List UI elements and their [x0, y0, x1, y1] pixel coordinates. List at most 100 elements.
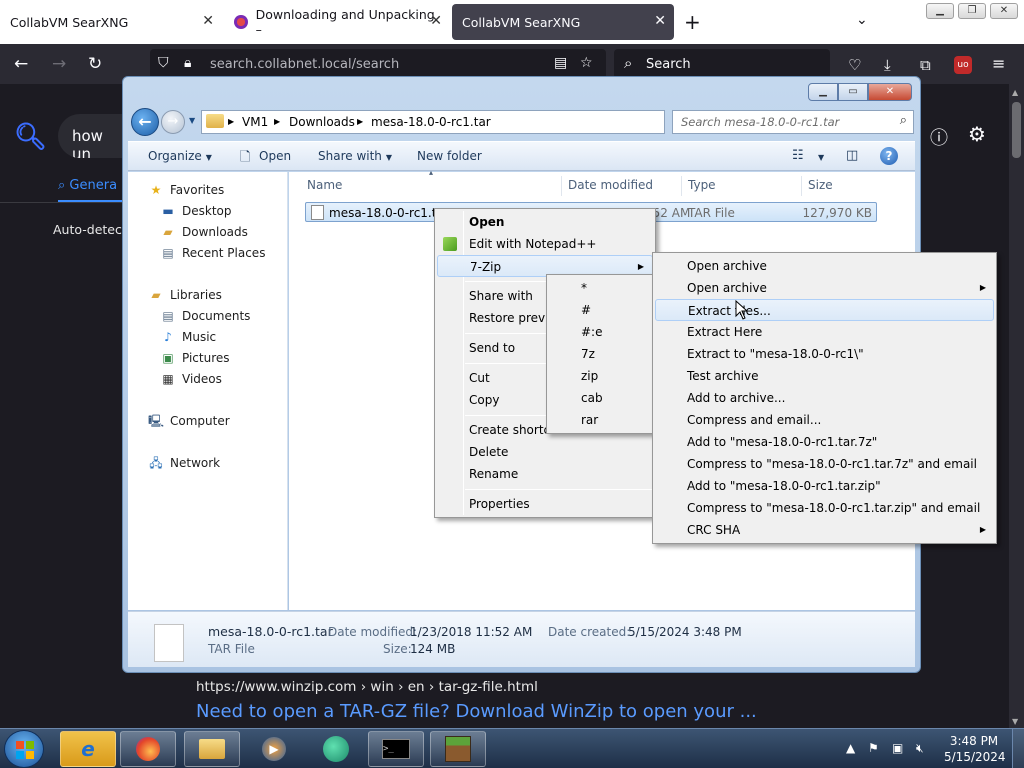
- breadcrumb-chevron-icon[interactable]: ▶: [228, 117, 234, 126]
- tab-general[interactable]: ⌕ Genera: [58, 178, 117, 193]
- sz-add-zip[interactable]: Add to "mesa-18.0-0-rc1.tar.zip": [655, 475, 994, 497]
- column-size[interactable]: Size: [808, 178, 833, 192]
- scroll-up-icon[interactable]: ▲: [1012, 88, 1018, 97]
- menu-rename[interactable]: Rename: [437, 463, 653, 485]
- tab-collabvm-searxng-active[interactable]: CollabVM SearXNG ✕: [452, 4, 674, 40]
- column-separator[interactable]: [681, 176, 682, 196]
- pocket-icon[interactable]: ♡: [848, 56, 861, 74]
- minimize-button[interactable]: ▁: [926, 3, 954, 19]
- view-options-icon[interactable]: ☷: [792, 148, 804, 163]
- forward-icon[interactable]: →: [52, 54, 66, 74]
- breadcrumb-chevron-icon[interactable]: ▶: [357, 117, 363, 126]
- explorer-back-button[interactable]: ←: [131, 108, 159, 136]
- taskbar-explorer[interactable]: [184, 731, 240, 767]
- reader-view-icon[interactable]: ▤: [554, 55, 567, 71]
- sz-crc-sha[interactable]: CRC SHA ▶: [655, 519, 994, 541]
- open-button[interactable]: Open: [259, 149, 291, 163]
- view-dropdown-icon[interactable]: ▼: [818, 149, 824, 163]
- nav-music[interactable]: ♪ Music: [160, 327, 216, 347]
- breadcrumb-downloads[interactable]: Downloads: [289, 115, 355, 129]
- hamburger-menu-icon[interactable]: ≡: [992, 54, 1005, 73]
- gear-icon[interactable]: ⚙: [968, 122, 986, 146]
- explorer-forward-button[interactable]: →: [161, 110, 185, 134]
- nav-network[interactable]: 🖧︎ Network: [148, 453, 220, 473]
- nav-favorites[interactable]: ★ Favorites: [148, 180, 225, 200]
- tab-downloading-unpacking[interactable]: Downloading and Unpacking – ✕: [224, 4, 450, 40]
- url-bar[interactable]: ⛉ 🔒︎ search.collabnet.local/search ▤ ☆: [150, 49, 606, 79]
- sz-compress-zip-email[interactable]: Compress to "mesa-18.0-0-rc1.tar.zip" an…: [655, 497, 994, 519]
- explorer-maximize-button[interactable]: ▭: [838, 83, 868, 101]
- sz-extract-files[interactable]: Extract files...: [655, 299, 994, 321]
- column-separator[interactable]: [801, 176, 802, 196]
- help-icon[interactable]: ?: [880, 147, 898, 165]
- preview-pane-icon[interactable]: ◫: [846, 148, 858, 163]
- taskbar-command-prompt[interactable]: >_: [368, 731, 424, 767]
- column-separator[interactable]: [561, 176, 562, 196]
- tray-show-hidden-icon[interactable]: ▲: [846, 741, 855, 755]
- history-dropdown-icon[interactable]: ▼: [189, 116, 195, 125]
- close-window-button[interactable]: ✕: [990, 3, 1018, 19]
- taskbar-firefox[interactable]: [120, 731, 176, 767]
- sz-compress-7z-email[interactable]: Compress to "mesa-18.0-0-rc1.tar.7z" and…: [655, 453, 994, 475]
- ublock-origin-icon[interactable]: uo: [954, 56, 972, 74]
- taskbar-media-player[interactable]: ▶: [246, 731, 302, 767]
- sz-add-to-archive[interactable]: Add to archive...: [655, 387, 994, 409]
- taskbar-internet-explorer[interactable]: e: [60, 731, 116, 767]
- search-bar[interactable]: ⌕ Search: [614, 49, 830, 79]
- column-name[interactable]: Name: [307, 178, 342, 192]
- sz-test-archive[interactable]: Test archive: [655, 365, 994, 387]
- menu-open[interactable]: Open: [437, 211, 653, 233]
- nav-documents[interactable]: ▤ Documents: [160, 306, 250, 326]
- hash-item[interactable]: cab: [549, 387, 651, 409]
- show-desktop-button[interactable]: [1012, 729, 1024, 768]
- nav-recent-places[interactable]: ▤ Recent Places: [160, 243, 265, 263]
- organize-button[interactable]: Organize ▼: [148, 149, 212, 163]
- shield-icon[interactable]: ⛉: [158, 55, 169, 71]
- list-all-tabs-icon[interactable]: ⌄: [856, 12, 868, 28]
- new-tab-icon[interactable]: +: [684, 10, 701, 34]
- column-type[interactable]: Type: [688, 178, 716, 192]
- menu-properties[interactable]: Properties: [437, 493, 653, 515]
- page-scrollbar[interactable]: ▲ ▼: [1009, 84, 1024, 730]
- explorer-close-button[interactable]: ✕: [868, 83, 912, 101]
- hash-item[interactable]: #: [549, 299, 651, 321]
- breadcrumb-file[interactable]: mesa-18.0-0-rc1.tar: [371, 115, 491, 129]
- language-autodetect[interactable]: Auto-detect: [53, 222, 127, 237]
- system-clock[interactable]: 3:48 PM 5/15/2024: [944, 733, 1006, 765]
- close-tab-icon[interactable]: ✕: [654, 13, 666, 29]
- scroll-down-icon[interactable]: ▼: [1012, 717, 1018, 726]
- tab-collabvm-searxng-1[interactable]: CollabVM SearXNG ✕: [0, 4, 222, 40]
- sz-open-archive-submenu[interactable]: Open archive ▶: [655, 277, 994, 299]
- maximize-button[interactable]: ❐: [958, 3, 986, 19]
- extensions-icon[interactable]: ⧉: [920, 56, 931, 74]
- address-bar[interactable]: ▶ VM1 ▶ Downloads ▶ mesa-18.0-0-rc1.tar …: [201, 110, 727, 134]
- reload-icon[interactable]: ↻: [88, 54, 102, 74]
- back-icon[interactable]: ←: [14, 54, 28, 74]
- info-icon[interactable]: ⓘ: [930, 124, 948, 150]
- close-tab-icon[interactable]: ✕: [430, 13, 442, 29]
- taskbar-app[interactable]: [308, 731, 364, 767]
- hash-item[interactable]: zip: [549, 365, 651, 387]
- taskbar-minecraft[interactable]: [430, 731, 486, 767]
- close-tab-icon[interactable]: ✕: [202, 13, 214, 29]
- hash-item[interactable]: 7z: [549, 343, 651, 365]
- explorer-search-input[interactable]: Search mesa-18.0-0-rc1.tar ⌕: [672, 110, 914, 134]
- explorer-minimize-button[interactable]: ▁: [808, 83, 838, 101]
- searxng-logo-icon[interactable]: 🔍︎: [14, 122, 47, 152]
- nav-desktop[interactable]: ▬ Desktop: [160, 201, 231, 221]
- sz-extract-to[interactable]: Extract to "mesa-18.0-0-rc1\": [655, 343, 994, 365]
- sz-open-archive[interactable]: Open archive: [655, 255, 994, 277]
- menu-delete[interactable]: Delete: [437, 441, 653, 463]
- share-with-button[interactable]: Share with ▼: [318, 149, 392, 163]
- bookmark-star-icon[interactable]: ☆: [580, 55, 593, 71]
- hash-item[interactable]: #:e: [549, 321, 651, 343]
- column-date-modified[interactable]: Date modified: [568, 178, 653, 192]
- volume-muted-icon[interactable]: 🔇︎: [916, 741, 924, 756]
- lock-icon[interactable]: 🔒︎: [184, 55, 191, 71]
- hash-item[interactable]: *: [549, 277, 651, 299]
- menu-edit-notepadpp[interactable]: Edit with Notepad++: [437, 233, 653, 255]
- result-title-link[interactable]: Need to open a TAR-GZ file? Download Win…: [196, 701, 757, 722]
- action-center-flag-icon[interactable]: ⚑: [868, 741, 879, 755]
- new-folder-button[interactable]: New folder: [417, 149, 482, 163]
- nav-libraries[interactable]: ▰ Libraries: [148, 285, 221, 305]
